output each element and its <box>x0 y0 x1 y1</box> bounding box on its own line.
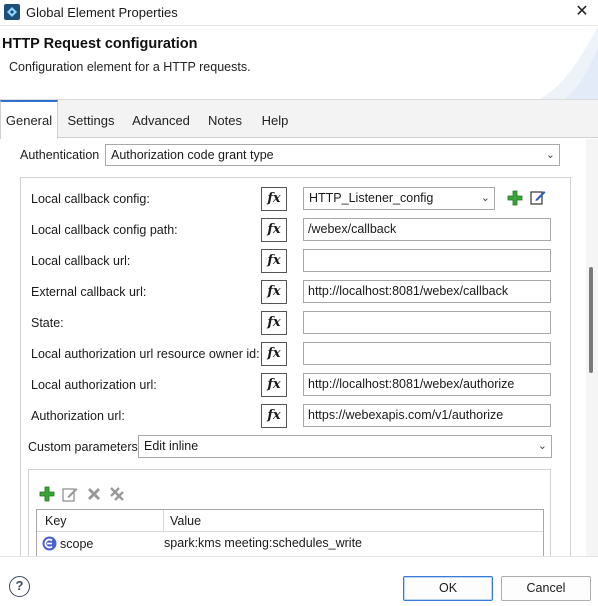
cancel-button[interactable]: Cancel <box>501 576 591 601</box>
add-row-icon[interactable] <box>39 486 55 502</box>
local-authorization-url-input[interactable]: http://localhost:8081/webex/authorize <box>303 373 551 396</box>
local-callback-config-select[interactable]: HTTP_Listener_config ⌄ <box>303 187 495 210</box>
local-callback-url-label: Local callback url: <box>31 254 131 268</box>
fx-toggle-resource-owner-id[interactable]: fx <box>261 342 287 366</box>
edit-icon[interactable] <box>530 189 546 205</box>
local-authorization-url-resource-owner-id-label: Local authorization url resource owner i… <box>31 347 260 361</box>
table-header-key[interactable]: Key <box>37 510 163 532</box>
authorization-url-label: Authorization url: <box>31 409 125 423</box>
fx-toggle-local-authorization-url[interactable]: fx <box>261 373 287 397</box>
tab-help[interactable]: Help <box>256 100 294 138</box>
ok-button[interactable]: OK <box>403 576 493 601</box>
banner-decoration <box>539 27 598 99</box>
local-callback-config-path-input[interactable]: /webex/callback <box>303 218 551 241</box>
table-row[interactable]: scope spark:kms meeting:schedules_write <box>37 533 543 555</box>
authorization-url-input[interactable]: https://webexapis.com/v1/authorize <box>303 404 551 427</box>
tab-notes[interactable]: Notes <box>203 100 247 138</box>
external-callback-url-label: External callback url: <box>31 285 147 299</box>
chevron-down-icon: ⌄ <box>545 149 555 161</box>
fx-toggle-local-callback-config-path[interactable]: fx <box>261 218 287 242</box>
dialog-heading: HTTP Request configuration <box>2 36 198 52</box>
delete-all-rows-icon[interactable] <box>109 486 125 502</box>
add-icon[interactable] <box>507 190 523 206</box>
local-callback-config-label: Local callback config: <box>31 192 150 206</box>
parameter-icon <box>42 536 57 551</box>
dialog-footer: ? OK Cancel <box>0 556 598 606</box>
dialog-banner: HTTP Request configuration Configuration… <box>0 27 598 100</box>
edit-row-icon[interactable] <box>62 486 78 502</box>
general-tab-content: Authentication Authorization code grant … <box>0 139 598 556</box>
custom-parameters-label: Custom parameters <box>28 440 138 454</box>
local-callback-config-value: HTTP_Listener_config <box>309 191 434 205</box>
tab-general[interactable]: General <box>0 100 58 139</box>
fx-toggle-authorization-url[interactable]: fx <box>261 404 287 428</box>
fx-toggle-state[interactable]: fx <box>261 311 287 335</box>
tab-advanced[interactable]: Advanced <box>128 100 194 138</box>
app-icon <box>4 4 20 20</box>
table-header-value[interactable]: Value <box>164 510 543 532</box>
local-callback-config-path-label: Local callback config path: <box>31 223 178 237</box>
row-value: spark:kms meeting:schedules_write <box>164 536 362 550</box>
chevron-down-icon: ⌄ <box>537 440 547 452</box>
window-titlebar: Global Element Properties ✕ <box>0 0 598 26</box>
authentication-select[interactable]: Authorization code grant type ⌄ <box>105 144 560 166</box>
authentication-value: Authorization code grant type <box>111 148 274 162</box>
tab-settings[interactable]: Settings <box>62 100 120 138</box>
local-callback-url-input[interactable] <box>303 249 551 272</box>
fx-toggle-local-callback-config[interactable]: fx <box>261 187 287 211</box>
help-icon[interactable]: ? <box>9 576 30 597</box>
external-callback-url-input[interactable]: http://localhost:8081/webex/callback <box>303 280 551 303</box>
tab-bar: General Settings Advanced Notes Help <box>0 100 598 139</box>
scrollbar-thumb[interactable] <box>589 267 593 373</box>
local-authorization-url-label: Local authorization url: <box>31 378 157 392</box>
state-input[interactable] <box>303 311 551 334</box>
custom-parameters-table: Key Value scope spark:kms meeting:schedu… <box>36 509 544 556</box>
custom-parameters-value: Edit inline <box>144 439 199 453</box>
state-label: State: <box>31 316 64 330</box>
window-title: Global Element Properties <box>26 5 178 20</box>
custom-parameters-select[interactable]: Edit inline ⌄ <box>138 435 552 458</box>
local-authorization-url-resource-owner-id-input[interactable] <box>303 342 551 365</box>
close-icon[interactable]: ✕ <box>572 1 592 23</box>
fx-toggle-local-callback-url[interactable]: fx <box>261 249 287 273</box>
chevron-down-icon: ⌄ <box>480 192 490 204</box>
row-key: scope <box>60 537 94 551</box>
authentication-label: Authentication <box>20 148 100 162</box>
vertical-scrollbar[interactable] <box>586 139 598 556</box>
dialog-description: Configuration element for a HTTP request… <box>9 60 251 74</box>
fx-toggle-external-callback-url[interactable]: fx <box>261 280 287 304</box>
delete-row-icon[interactable] <box>86 486 102 502</box>
